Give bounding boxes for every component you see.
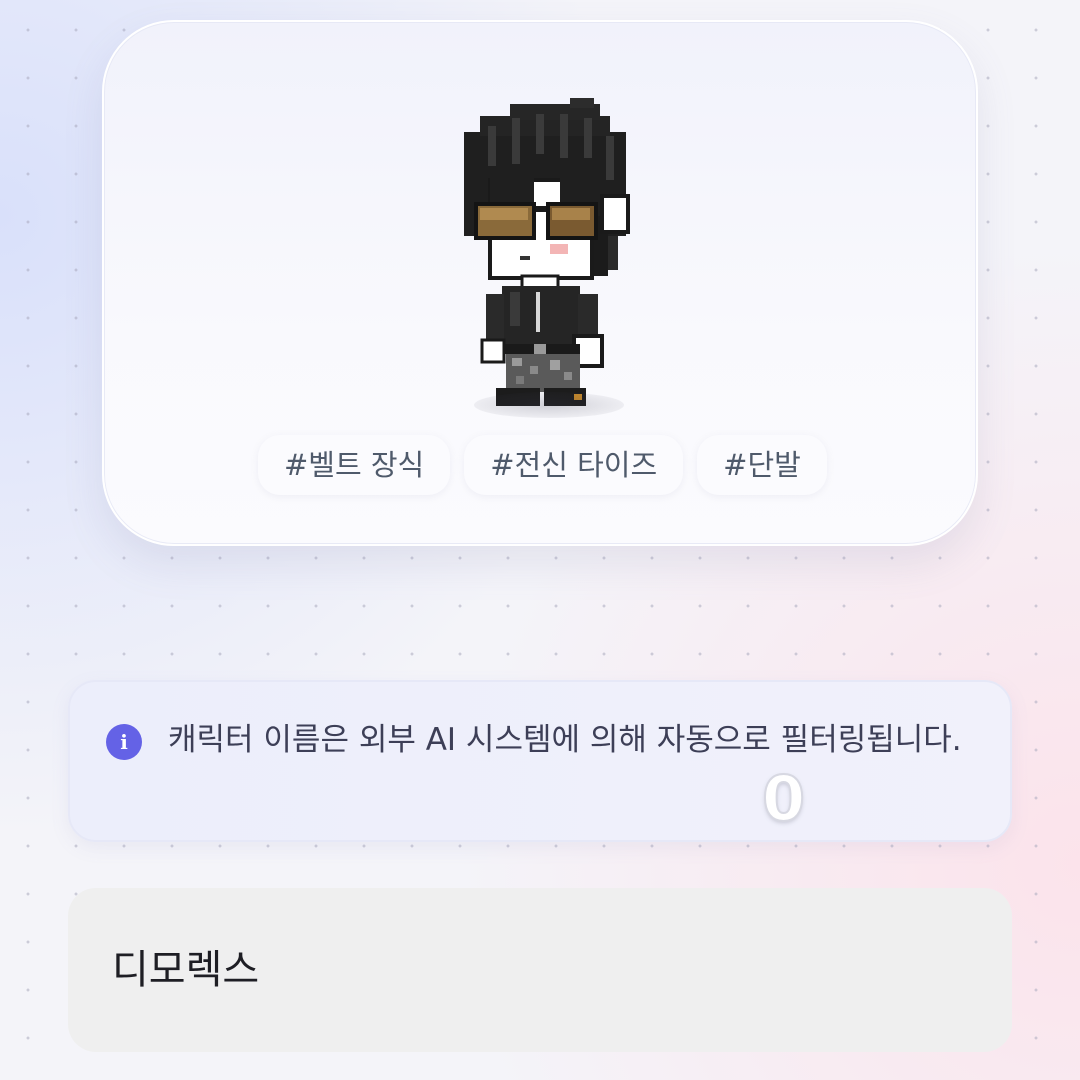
pixel-character-avatar <box>450 96 650 418</box>
character-sprite <box>464 98 630 406</box>
character-name-value[interactable]: 디모렉스 <box>112 942 259 998</box>
tag-list: #벨트 장식 #전신 타이즈 #단발 <box>258 435 827 495</box>
tag-chip-short-hair[interactable]: #단발 <box>697 435 827 495</box>
tag-chip-bodysuit[interactable]: #전신 타이즈 <box>464 435 684 495</box>
info-icon: i <box>106 724 142 760</box>
name-filter-notice: i 캐릭터 이름은 외부 AI 시스템에 의해 자동으로 필터링됩니다. 0 <box>68 680 1012 842</box>
notice-text: 캐릭터 이름은 외부 AI 시스템에 의해 자동으로 필터링됩니다. <box>168 722 962 758</box>
avatar-shadow <box>474 392 624 418</box>
character-name-field[interactable]: 디모렉스 <box>68 888 1012 1052</box>
character-count: 0 <box>761 762 806 835</box>
character-preview-card: #벨트 장식 #전신 타이즈 #단발 <box>102 20 978 546</box>
tag-chip-belt[interactable]: #벨트 장식 <box>258 435 451 495</box>
